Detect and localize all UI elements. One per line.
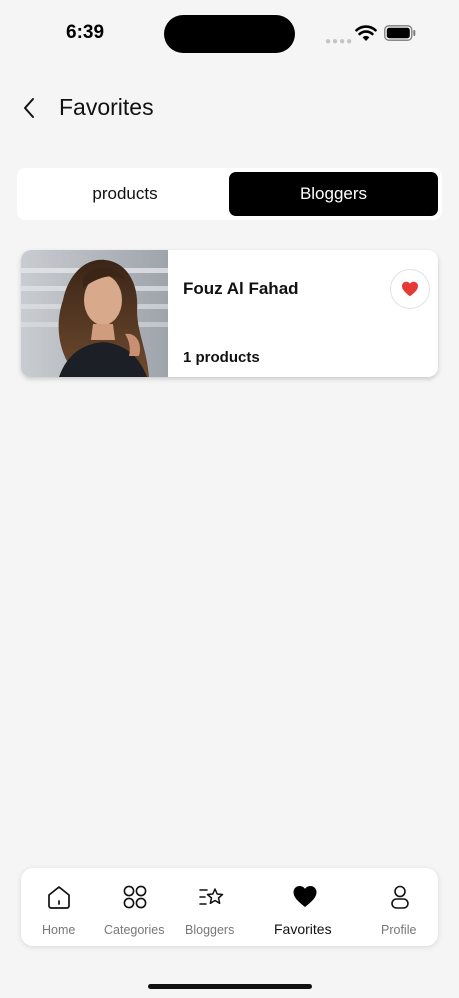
nav-label-favorites: Favorites — [274, 921, 332, 937]
nav-item-categories[interactable]: Categories — [97, 868, 173, 946]
bottom-nav: Home Categories Bloggers Favorites Profi… — [21, 868, 438, 946]
back-button[interactable] — [16, 93, 44, 123]
grid-icon — [123, 885, 147, 909]
home-icon — [48, 886, 70, 909]
person-icon — [391, 885, 409, 909]
favorite-toggle-button[interactable] — [390, 269, 430, 309]
page-title: Favorites — [59, 94, 154, 120]
product-count: 1 products — [183, 349, 260, 366]
nav-label-categories: Categories — [104, 923, 165, 937]
tab-bloggers[interactable]: Bloggers — [229, 172, 438, 216]
chevron-left-icon — [24, 98, 34, 118]
nav-item-bloggers[interactable]: Bloggers — [173, 868, 249, 946]
nav-item-profile[interactable]: Profile — [361, 868, 438, 946]
blogger-photo — [21, 250, 168, 377]
nav-item-favorites[interactable]: Favorites — [249, 868, 361, 946]
nav-label-profile: Profile — [381, 923, 417, 937]
segmented-tabs: products Bloggers — [17, 168, 442, 220]
battery-icon — [384, 25, 416, 41]
star-list-icon — [199, 888, 224, 905]
status-bar: 6:39 ●●●● — [0, 0, 459, 70]
header: Favorites — [0, 85, 459, 131]
home-indicator — [148, 984, 312, 989]
signal-dots-icon: ●●●● — [325, 36, 354, 47]
heart-icon — [402, 281, 418, 297]
wifi-icon — [355, 25, 377, 41]
blogger-name: Fouz Al Fahad — [183, 279, 299, 298]
nav-label-home: Home — [42, 923, 76, 937]
blogger-card[interactable]: Fouz Al Fahad 1 products — [21, 250, 438, 377]
tab-products[interactable]: products — [21, 172, 229, 216]
heart-icon — [293, 886, 317, 907]
nav-label-bloggers: Bloggers — [185, 923, 235, 937]
dynamic-island — [164, 15, 295, 53]
nav-item-home[interactable]: Home — [21, 868, 97, 946]
status-time: 6:39 — [66, 22, 105, 43]
